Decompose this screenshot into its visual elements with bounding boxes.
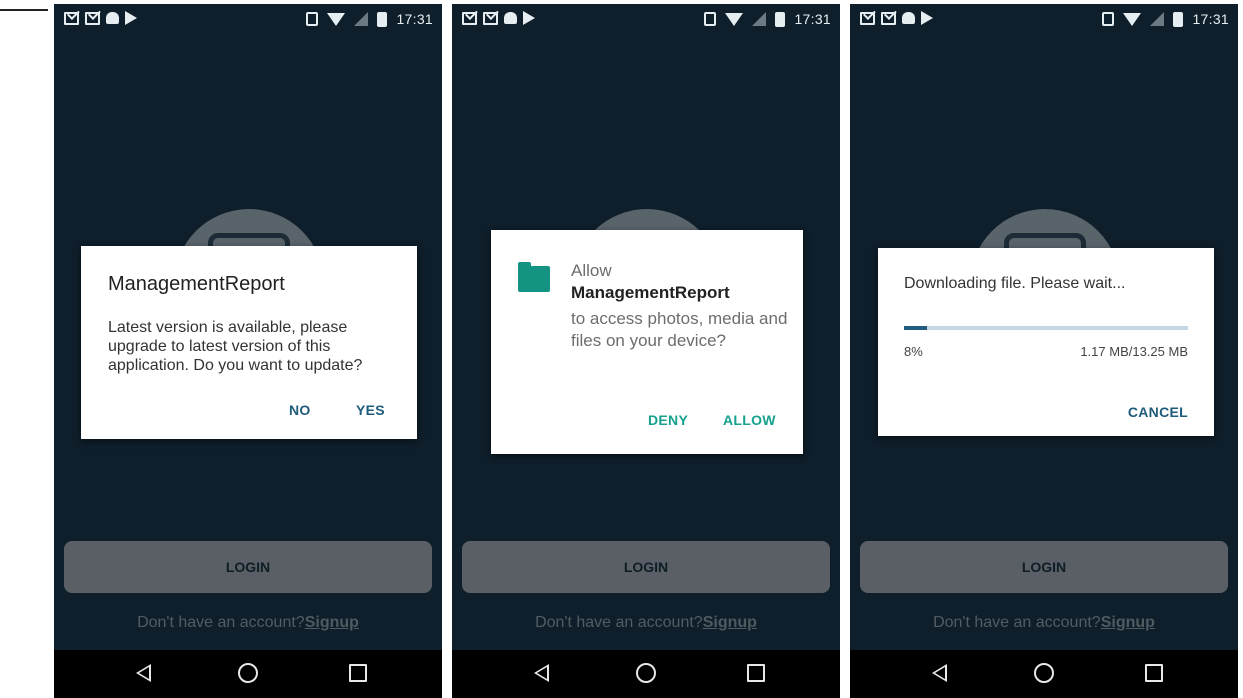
navigation-bar: [850, 650, 1238, 698]
gmail-icon: [483, 11, 498, 25]
android-icon: [902, 12, 915, 24]
signup-link[interactable]: Signup: [703, 614, 757, 631]
vibrate-icon: [704, 12, 717, 26]
back-icon[interactable]: [534, 664, 549, 682]
login-button[interactable]: LOGIN: [462, 541, 830, 593]
cancel-button[interactable]: CANCEL: [1128, 404, 1188, 420]
wifi-icon: [327, 12, 346, 26]
divider-line: [0, 9, 48, 11]
signup-prompt: Don't have an account?: [137, 614, 305, 631]
permission-dialog: Allow ManagementReport to access photos,…: [491, 230, 803, 454]
home-icon[interactable]: [636, 663, 656, 683]
signup-row: Don't have an account?Signup: [452, 614, 840, 632]
login-button[interactable]: LOGIN: [860, 541, 1228, 593]
permission-message: to access photos, media and files on you…: [571, 309, 788, 350]
yes-button[interactable]: YES: [356, 402, 385, 418]
android-icon: [106, 12, 119, 24]
status-bar: 17:31: [452, 4, 840, 38]
home-icon[interactable]: [238, 663, 258, 683]
recents-icon[interactable]: [1145, 664, 1163, 682]
status-bar: 17:31: [54, 4, 442, 38]
battery-charging-icon: [377, 11, 388, 27]
recents-icon[interactable]: [747, 664, 765, 682]
signup-prompt: Don't have an account?: [535, 614, 703, 631]
vibrate-icon: [306, 12, 319, 26]
battery-charging-icon: [775, 11, 786, 27]
download-dialog: Downloading file. Please wait... 8% 1.17…: [878, 248, 1214, 436]
progress-fill: [904, 326, 927, 330]
progress-size: 1.17 MB/13.25 MB: [1080, 344, 1188, 359]
signup-link[interactable]: Signup: [305, 614, 359, 631]
gmail-icon: [462, 11, 477, 25]
folder-icon: [518, 262, 550, 292]
no-button[interactable]: NO: [289, 402, 311, 418]
deny-button[interactable]: DENY: [648, 412, 688, 428]
vibrate-icon: [1102, 12, 1115, 26]
dialog-message: Latest version is available, please upgr…: [108, 319, 363, 374]
navigation-bar: [54, 650, 442, 698]
android-icon: [504, 12, 517, 24]
phone-screen-download-dialog: 17:31 LOGIN Don't have an account?Signup…: [850, 4, 1238, 698]
play-store-icon: [523, 11, 535, 25]
progress-bar: [904, 326, 1188, 330]
navigation-bar: [452, 650, 840, 698]
update-dialog: ManagementReport Latest version is avail…: [81, 246, 417, 439]
back-icon[interactable]: [932, 664, 947, 682]
phone-screen-update-dialog: 17:31 LOGIN Don't have an account?Signup…: [54, 4, 442, 698]
play-store-icon: [125, 11, 137, 25]
permission-prefix: Allow: [571, 261, 612, 280]
allow-button[interactable]: ALLOW: [723, 412, 776, 428]
progress-percent: 8%: [904, 344, 923, 359]
status-time: 17:31: [794, 11, 831, 27]
gmail-icon: [85, 11, 100, 25]
battery-charging-icon: [1173, 11, 1184, 27]
signup-prompt: Don't have an account?: [933, 614, 1101, 631]
signup-link[interactable]: Signup: [1101, 614, 1155, 631]
status-time: 17:31: [396, 11, 433, 27]
no-signal-icon: [1150, 12, 1165, 26]
permission-app-name: ManagementReport: [571, 283, 730, 302]
signup-row: Don't have an account?Signup: [54, 614, 442, 632]
signup-row: Don't have an account?Signup: [850, 614, 1238, 632]
home-icon[interactable]: [1034, 663, 1054, 683]
gmail-icon: [64, 11, 79, 25]
play-store-icon: [921, 11, 933, 25]
gmail-icon: [860, 11, 875, 25]
phone-screen-permission-dialog: 17:31 LOGIN Don't have an account?Signup…: [452, 4, 840, 698]
gmail-icon: [881, 11, 896, 25]
status-bar: 17:31: [850, 4, 1238, 38]
no-signal-icon: [354, 12, 369, 26]
recents-icon[interactable]: [349, 664, 367, 682]
back-icon[interactable]: [136, 664, 151, 682]
wifi-icon: [1123, 12, 1142, 26]
wifi-icon: [725, 12, 744, 26]
download-message: Downloading file. Please wait...: [904, 275, 1126, 292]
no-signal-icon: [752, 12, 767, 26]
login-button[interactable]: LOGIN: [64, 541, 432, 593]
status-time: 17:31: [1192, 11, 1229, 27]
dialog-title: ManagementReport: [108, 273, 285, 295]
